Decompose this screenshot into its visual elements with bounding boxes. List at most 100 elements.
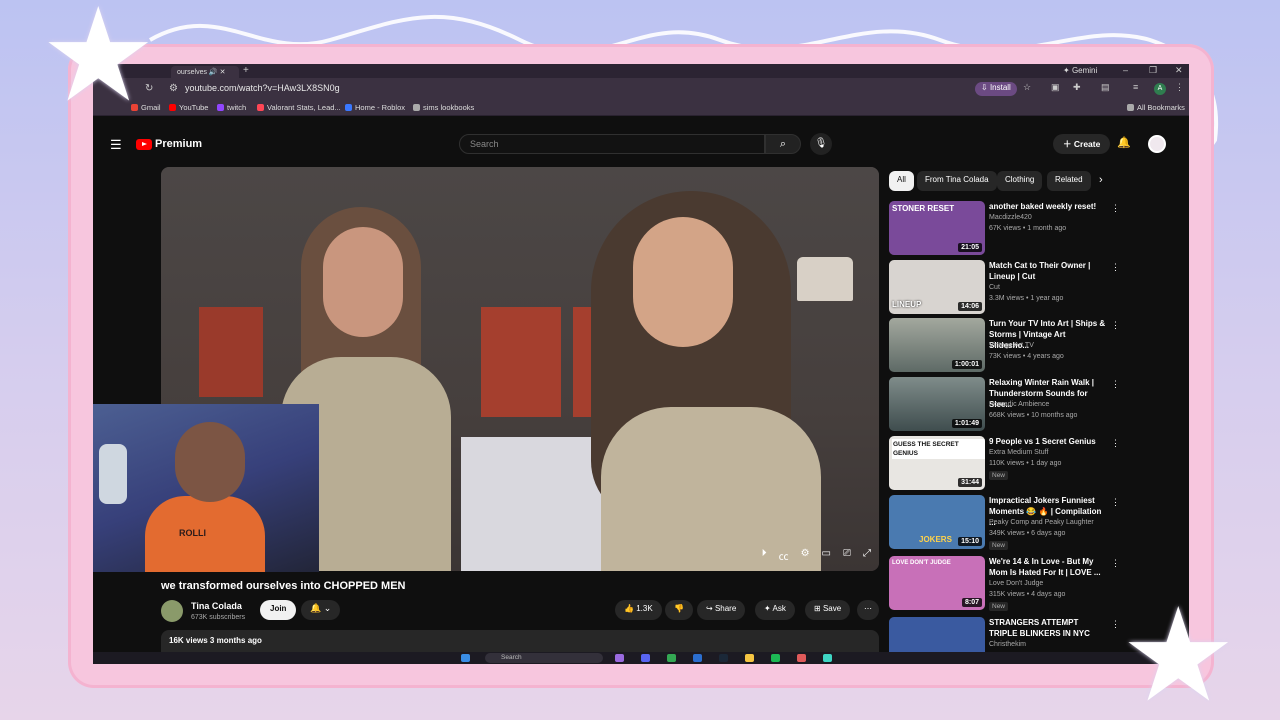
autoplay-icon[interactable]: ⏵ xyxy=(762,548,767,563)
menu-icon[interactable]: ⋮ xyxy=(1175,82,1184,93)
notifications-icon[interactable]: 🔔 xyxy=(1117,136,1131,149)
sidepanel-icon[interactable]: ▤ xyxy=(1101,82,1110,93)
recommendation-item[interactable]: LOVE DON'T JUDGE 8:07 We're 14 & In Love … xyxy=(889,556,1120,611)
captions-icon[interactable]: ㏄ xyxy=(779,548,789,563)
close-icon[interactable]: ✕ xyxy=(1175,65,1183,76)
recommendation-channel[interactable]: Christhekim xyxy=(989,641,1026,648)
mic-icon: 🎙 xyxy=(814,138,828,149)
windows-start-icon[interactable] xyxy=(461,654,470,662)
new-tab-button[interactable]: + xyxy=(243,65,249,76)
url-field[interactable]: youtube.com/watch?v=HAw3LX8SN0g xyxy=(185,83,340,93)
recommendation-title[interactable]: 9 People vs 1 Secret Genius xyxy=(989,436,1107,447)
kebab-menu-icon[interactable]: ⋮ xyxy=(1111,497,1120,508)
chrome-icon[interactable] xyxy=(667,654,676,662)
bookmark-sims[interactable]: sims lookbooks xyxy=(413,103,474,112)
recommendation-item[interactable]: JOKERS 15:10 Impractical Jokers Funniest … xyxy=(889,495,1120,550)
recommendation-channel[interactable]: Macdizzle420 xyxy=(989,214,1032,221)
recommendation-title[interactable]: another baked weekly reset! xyxy=(989,201,1107,212)
download-icon[interactable]: ≡ xyxy=(1133,82,1138,92)
recommendation-title[interactable]: STRANGERS ATTEMPT TRIPLE BLINKERS IN NYC xyxy=(989,617,1107,639)
kebab-menu-icon[interactable]: ⋮ xyxy=(1111,619,1120,630)
app-icon[interactable] xyxy=(693,654,702,662)
like-button[interactable]: 👍 1.3K xyxy=(615,600,662,620)
video-thumbnail[interactable]: GUESS THE SECRET GENIUS 31:44 xyxy=(889,436,985,490)
dislike-button[interactable]: 👎 xyxy=(665,600,693,620)
chip-related[interactable]: Related xyxy=(1047,171,1091,191)
minimize-icon[interactable]: – xyxy=(1123,65,1128,75)
recommendation-title[interactable]: Match Cat to Their Owner | Lineup | Cut xyxy=(989,260,1107,282)
steam-icon[interactable] xyxy=(719,654,728,662)
recommendation-channel[interactable]: Cut xyxy=(989,284,1000,291)
share-button[interactable]: ↪ Share xyxy=(697,600,746,620)
video-thumbnail[interactable]: STONER RESET 21:05 xyxy=(889,201,985,255)
all-bookmarks[interactable]: All Bookmarks xyxy=(1127,103,1185,112)
app-icon[interactable] xyxy=(823,654,832,662)
kebab-menu-icon[interactable]: ⋮ xyxy=(1111,379,1120,390)
video-thumbnail[interactable]: LOVE DON'T JUDGE 8:07 xyxy=(889,556,985,610)
cast-icon[interactable]: ⎚ xyxy=(843,548,851,563)
chip-clothing[interactable]: Clothing xyxy=(997,171,1043,191)
chevron-right-icon[interactable]: › xyxy=(1099,174,1103,186)
recommendation-item[interactable]: LINEUP 14:06 Match Cat to Their Owner | L… xyxy=(889,260,1120,314)
video-thumbnail[interactable]: LINEUP 14:06 xyxy=(889,260,985,314)
hamburger-icon[interactable]: ☰ xyxy=(110,137,122,153)
discord-icon[interactable] xyxy=(641,654,650,662)
channel-avatar[interactable] xyxy=(161,600,183,622)
create-button[interactable]: ＋ Create xyxy=(1053,134,1111,154)
search-input[interactable]: Search xyxy=(459,134,765,154)
browser-tab[interactable]: ourselves 🔊 ✕ xyxy=(171,66,239,78)
install-button[interactable]: ⇩ Install xyxy=(975,82,1017,96)
recommendation-channel[interactable]: Vintage Art TV xyxy=(989,342,1034,349)
bookmark-youtube[interactable]: YouTube xyxy=(169,103,208,112)
ask-button[interactable]: ✦ Ask xyxy=(755,600,795,620)
channel-name[interactable]: Tina Colada xyxy=(191,601,242,611)
mic-button[interactable]: 🎙 xyxy=(810,133,832,155)
video-thumbnail[interactable]: JOKERS 15:10 xyxy=(889,495,985,549)
kebab-menu-icon[interactable]: ⋮ xyxy=(1111,320,1120,331)
search-button[interactable]: ⌕ xyxy=(765,134,801,154)
folder-icon[interactable] xyxy=(745,654,754,662)
extension-icon[interactable]: ▣ xyxy=(1051,82,1060,93)
kebab-menu-icon[interactable]: ⋮ xyxy=(1111,262,1120,273)
ask-label: Ask xyxy=(772,604,786,613)
recommendation-channel[interactable]: Peaky Comp and Peaky Laughter xyxy=(989,519,1094,526)
account-avatar[interactable] xyxy=(1148,135,1166,153)
app-icon[interactable] xyxy=(615,654,624,662)
recommendation-item[interactable]: STONER RESET 21:05 another baked weekly r… xyxy=(889,201,1120,255)
kebab-menu-icon[interactable]: ⋮ xyxy=(1111,558,1120,569)
recommendation-channel[interactable]: Nomadic Ambience xyxy=(989,401,1049,408)
recommendation-item[interactable]: GUESS THE SECRET GENIUS 31:44 9 People vs… xyxy=(889,436,1120,490)
kebab-menu-icon[interactable]: ⋮ xyxy=(1111,438,1120,449)
profile-avatar[interactable]: A xyxy=(1154,83,1166,95)
youtube-logo[interactable]: Premium xyxy=(136,138,202,150)
spotify-icon[interactable] xyxy=(771,654,780,662)
recommendation-item[interactable]: 1:01:49 Relaxing Winter Rain Walk | Thun… xyxy=(889,377,1120,431)
settings-icon[interactable]: ⚙ xyxy=(801,548,810,563)
bookmark-valorant[interactable]: Valorant Stats, Lead... xyxy=(257,103,341,112)
fullscreen-icon[interactable]: ⤢ xyxy=(863,548,871,563)
video-thumbnail[interactable]: 1:00:01 xyxy=(889,318,985,372)
bookmark-twitch[interactable]: twitch xyxy=(217,103,246,112)
miniplayer-icon[interactable]: ▭ xyxy=(822,548,831,563)
recommendation-channel[interactable]: Love Don't Judge xyxy=(989,580,1043,587)
maximize-icon[interactable]: ❐ xyxy=(1149,65,1157,76)
bookmark-roblox[interactable]: Home - Roblox xyxy=(345,103,405,112)
save-button[interactable]: ⊞ Save xyxy=(805,600,851,620)
recommendation-item[interactable]: 1:00:01 Turn Your TV Into Art | Ships & … xyxy=(889,318,1120,372)
chip-all[interactable]: All xyxy=(889,171,914,191)
taskbar-search[interactable]: Search xyxy=(485,653,603,663)
puzzle-icon[interactable]: ✚ xyxy=(1073,82,1081,93)
join-button[interactable]: Join xyxy=(260,600,297,620)
more-actions-button[interactable]: ⋯ xyxy=(857,600,879,620)
site-info-icon[interactable]: ⚙ xyxy=(169,83,178,94)
recommendation-title[interactable]: We're 14 & In Love - But My Mom Is Hated… xyxy=(989,556,1107,578)
chip-from-channel[interactable]: From Tina Colada xyxy=(917,171,997,191)
browser-window: ourselves 🔊 ✕ + ✦ Gemini – ❐ ✕ ↻ ⚙ youtu… xyxy=(93,64,1189,664)
subscription-bell-button[interactable]: 🔔 ⌄ xyxy=(301,600,341,620)
recommendation-channel[interactable]: Extra Medium Stuff xyxy=(989,449,1048,456)
video-thumbnail[interactable]: 1:01:49 xyxy=(889,377,985,431)
app-icon[interactable] xyxy=(797,654,806,662)
kebab-menu-icon[interactable]: ⋮ xyxy=(1111,203,1120,214)
gemini-button[interactable]: ✦ Gemini xyxy=(1063,66,1097,75)
star-icon[interactable]: ☆ xyxy=(1023,82,1031,93)
